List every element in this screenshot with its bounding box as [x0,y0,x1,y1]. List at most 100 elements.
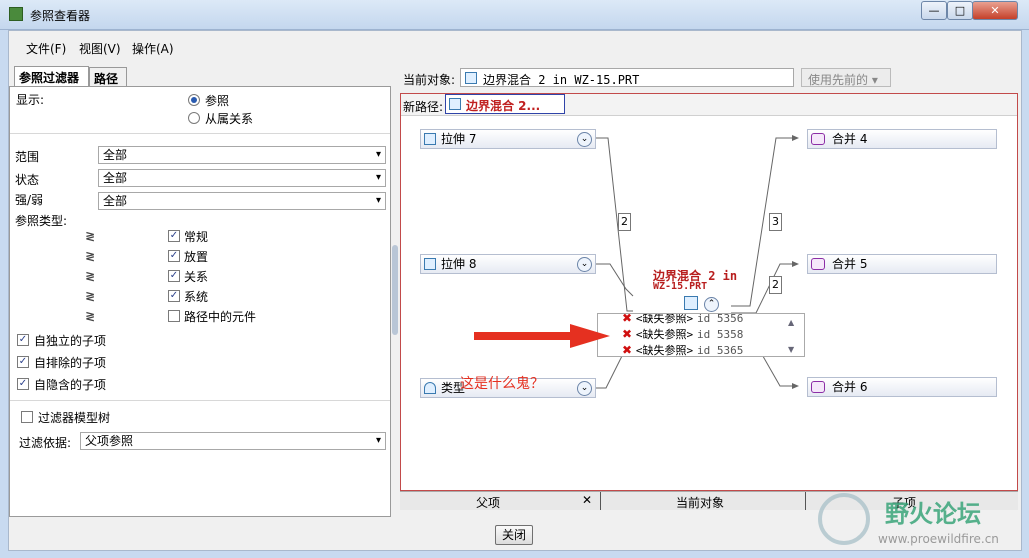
tab-parents-close-icon[interactable]: ✕ [582,493,592,507]
close-button[interactable]: 关闭 [495,525,533,545]
reftype-icon: ≷ [85,229,96,243]
checkbox-child-included[interactable]: ✓ [17,378,29,390]
reftype-relation-label: 关系 [184,270,209,284]
red-arrow-annotation [474,324,610,348]
maximize-button[interactable]: □ [947,1,973,20]
error-x-icon: ✖ [622,327,633,341]
watermark-title: 野火论坛 [885,500,981,528]
window-title: 参照查看器 [30,9,91,23]
checkbox-regular[interactable]: ✓ [168,230,180,242]
node-label: 拉伸 7 [441,132,477,146]
close-window-button[interactable]: ✕ [972,1,1018,20]
divider [10,400,390,401]
missing-ref-text: <缺失参照> [635,344,694,357]
expand-icon[interactable]: ⌄ [577,257,592,272]
new-path-value: 边界混合 2... [466,99,541,113]
error-x-icon: ✖ [622,343,633,357]
filter-by-label: 过滤依据: [19,436,72,450]
menu-file[interactable]: 文件(F) [26,40,66,57]
state-select[interactable]: 全部 [98,169,386,187]
current-object-label: 当前对象: [403,73,456,87]
watermark-logo-icon [818,493,870,545]
radio-dep[interactable] [188,112,200,124]
reftype-placement-label: 放置 [184,250,209,264]
radio-ref[interactable] [188,94,200,106]
title-bar: 参照查看器 — □ ✕ [0,0,1029,30]
count-box-right-top: 3 [769,213,782,231]
missing-ref-id: id 5356 [696,313,744,325]
node-extrude-7[interactable]: 拉伸 7 ⌄ [420,129,596,149]
checkbox-system[interactable]: ✓ [168,290,180,302]
missing-ref-text: <缺失参照> [635,328,694,341]
expand-icon[interactable]: ⌄ [577,132,592,147]
reftype-icon: ≷ [85,249,96,263]
checkbox-child-independent[interactable]: ✓ [17,334,29,346]
filter-tree-label: 过滤器模型树 [38,411,111,425]
radio-dep-label: 从属关系 [205,112,254,126]
scroll-up-icon[interactable]: ▲ [788,318,794,327]
use-previous-button[interactable]: 使用先前的 ▾ [801,68,891,87]
menu-view[interactable]: 视图(V) [79,40,121,57]
reftype-path-label: 路径中的元件 [184,310,257,324]
scope-label: 范围 [15,150,40,164]
surface-icon [424,382,436,394]
node-label: 合并 6 [832,380,868,394]
strength-select[interactable]: 全部 [98,192,386,210]
display-label: 显示: [16,93,45,107]
node-merge-4[interactable]: 合并 4 [807,129,997,149]
reftype-regular-label: 常规 [184,230,209,244]
tab-ref-filter[interactable]: 参照过滤器 [14,66,89,87]
reftype-icon: ≷ [85,289,96,303]
node-label: 合并 5 [832,257,868,271]
missing-ref-item[interactable]: ✖ <缺失参照> id 5358 [622,326,743,342]
radio-ref-label: 参照 [205,94,230,108]
missing-refs-list[interactable]: ✖ <缺失参照> id 5356 ✖ <缺失参照> id 5358 ✖ <缺失参… [597,313,805,357]
node-merge-6[interactable]: 合并 6 [807,377,997,397]
new-path-crumb[interactable]: 边界混合 2... [445,94,565,114]
filter-by-select[interactable]: 父项参照 [80,432,386,450]
current-object-value: 边界混合 2 in WZ-15.PRT [483,73,640,87]
tab-parents[interactable]: 父项 [476,494,500,511]
checkbox-filter-tree[interactable] [21,411,33,423]
boundary-blend-icon [465,72,477,84]
watermark-url: www.proewildfire.cn [878,532,999,546]
minimize-button[interactable]: — [921,1,947,20]
child-included-label: 自隐含的子项 [34,378,107,392]
missing-ref-item[interactable]: ✖ <缺失参照> id 5365 [622,342,743,357]
state-label: 状态 [15,173,40,187]
current-object-field[interactable]: 边界混合 2 in WZ-15.PRT [460,68,794,87]
reftype-system-label: 系统 [184,290,209,304]
merge-icon [811,381,825,393]
extrude-icon [424,258,436,270]
missing-ref-id: id 5358 [696,328,744,341]
checkbox-path-components[interactable] [168,310,180,322]
collapse-icon[interactable]: ⌃ [704,297,719,312]
node-extrude-8[interactable]: 拉伸 8 ⌄ [420,254,596,274]
expand-icon[interactable]: ⌄ [577,381,592,396]
node-merge-5[interactable]: 合并 5 [807,254,997,274]
count-box-right-mid: 2 [769,276,782,294]
tab-current-object[interactable]: 当前对象 [676,494,724,511]
missing-ref-item[interactable]: ✖ <缺失参照> id 5356 [622,313,744,326]
node-label: 拉伸 8 [441,257,477,271]
boundary-blend-icon [449,98,461,110]
child-excluded-label: 自排除的子项 [34,356,107,370]
node-label: 合并 4 [832,132,868,146]
reftype-icon: ≷ [85,269,96,283]
checkbox-child-excluded[interactable]: ✓ [17,356,29,368]
menu-action[interactable]: 操作(A) [132,40,174,57]
new-path-bar: 新路径: 边界混合 2... [401,94,1017,116]
merge-icon [811,258,825,270]
checkbox-placement[interactable]: ✓ [168,250,180,262]
divider [10,133,390,134]
child-independent-label: 自独立的子项 [34,334,107,348]
use-previous-label: 使用先前的 [808,73,869,87]
scope-select[interactable]: 全部 [98,146,386,164]
panel-splitter[interactable] [392,245,398,335]
error-x-icon: ✖ [622,313,633,325]
tab-path[interactable]: 路径 [89,67,127,87]
scroll-down-icon[interactable]: ▼ [788,345,794,354]
reftype-icon: ≷ [85,309,96,323]
checkbox-relation[interactable]: ✓ [168,270,180,282]
extrude-icon [424,133,436,145]
